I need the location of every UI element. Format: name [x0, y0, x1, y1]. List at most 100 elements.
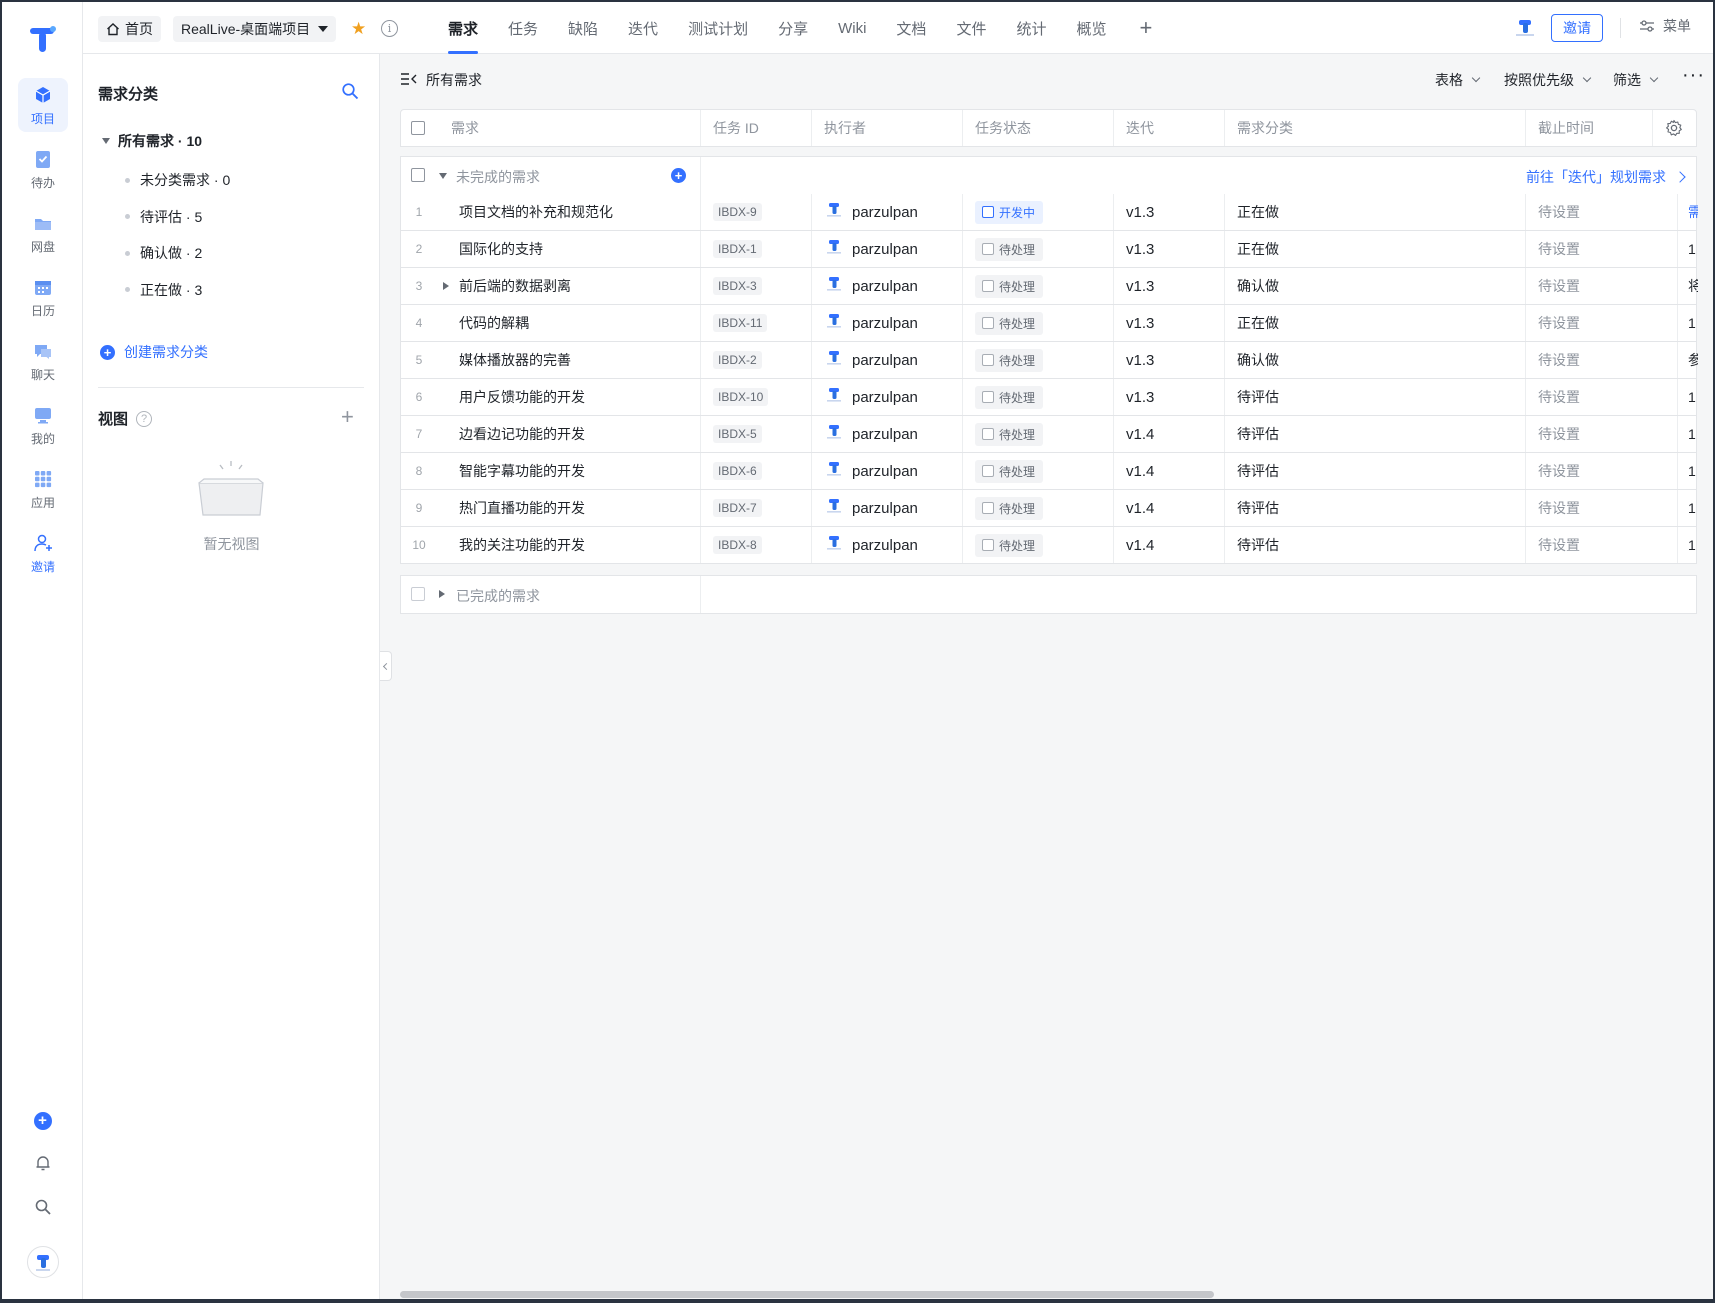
iteration-cell[interactable]: v1.4 [1114, 453, 1225, 489]
due-date-cell[interactable]: 待设置 [1526, 490, 1678, 526]
tab-0[interactable]: 需求 [433, 2, 493, 54]
help-icon[interactable]: ? [136, 410, 153, 427]
due-date-cell[interactable]: 待设置 [1526, 305, 1678, 341]
requirement-title-cell[interactable]: 我的关注功能的开发 [437, 527, 701, 563]
category-cell[interactable]: 确认做 [1225, 268, 1526, 304]
iteration-cell[interactable]: v1.3 [1114, 342, 1225, 378]
category-item[interactable]: 正在做 · 3 [125, 280, 202, 300]
iteration-cell[interactable]: v1.3 [1114, 194, 1225, 230]
sort-dropdown[interactable]: 按照优先级 [1504, 70, 1592, 90]
category-cell[interactable]: 待评估 [1225, 527, 1526, 563]
executor-cell[interactable]: parzulpan [812, 305, 963, 341]
executor-cell[interactable]: parzulpan [812, 453, 963, 489]
requirement-title-cell[interactable]: 边看边记功能的开发 [437, 416, 701, 452]
create-category-link[interactable]: + 创建需求分类 [100, 342, 208, 362]
executor-cell[interactable]: parzulpan [812, 268, 963, 304]
project-selector[interactable]: RealLive-桌面端项目 [173, 16, 337, 42]
iteration-cell[interactable]: v1.3 [1114, 268, 1225, 304]
add-tab-button[interactable]: + [1121, 2, 1170, 54]
app-logo[interactable] [28, 24, 58, 54]
user-avatar[interactable] [26, 1246, 59, 1278]
create-plus-button[interactable]: + [33, 1112, 52, 1130]
status-cell[interactable]: 待处理 [963, 527, 1114, 563]
status-cell[interactable]: 待处理 [963, 453, 1114, 489]
panel-collapse-handle[interactable] [380, 651, 392, 681]
iteration-cell[interactable]: v1.3 [1114, 305, 1225, 341]
status-cell[interactable]: 待处理 [963, 379, 1114, 415]
group-checkbox[interactable] [411, 587, 425, 601]
tab-4[interactable]: 测试计划 [673, 2, 763, 54]
col-executor[interactable]: 执行者 [812, 110, 963, 146]
bell-icon[interactable] [34, 1154, 52, 1172]
due-date-cell[interactable]: 待设置 [1526, 453, 1678, 489]
status-cell[interactable]: 待处理 [963, 231, 1114, 267]
category-cell[interactable]: 正在做 [1225, 305, 1526, 341]
expand-subtasks-icon[interactable] [443, 282, 449, 290]
executor-cell[interactable]: parzulpan [812, 416, 963, 452]
category-cell[interactable]: 待评估 [1225, 453, 1526, 489]
table-row[interactable]: 9 热门直播功能的开发 IBDX-7 parzulpan 待处理 v1.4 待评估 待设置 1 [401, 490, 1696, 527]
tree-root-all[interactable]: 所有需求 · 10 [102, 131, 202, 151]
status-cell[interactable]: 待处理 [963, 416, 1114, 452]
col-category[interactable]: 需求分类 [1225, 110, 1526, 146]
requirement-title-cell[interactable]: 热门直播功能的开发 [437, 490, 701, 526]
search-icon[interactable] [341, 82, 359, 100]
status-cell[interactable]: 待处理 [963, 268, 1114, 304]
select-all-checkbox[interactable] [411, 121, 425, 135]
rail-item-todo[interactable]: 待办 [18, 142, 68, 196]
goto-iteration-link[interactable]: 前往「迭代」规划需求 [1526, 167, 1686, 187]
executor-cell[interactable]: parzulpan [812, 342, 963, 378]
iteration-cell[interactable]: v1.3 [1114, 379, 1225, 415]
iteration-cell[interactable]: v1.4 [1114, 490, 1225, 526]
category-cell[interactable]: 待评估 [1225, 490, 1526, 526]
due-date-cell[interactable]: 待设置 [1526, 194, 1678, 230]
rail-item-me[interactable]: 我的 [18, 398, 68, 452]
table-row[interactable]: 7 边看边记功能的开发 IBDX-5 parzulpan 待处理 v1.4 待评估 待设置 1 [401, 416, 1696, 453]
due-date-cell[interactable]: 待设置 [1526, 268, 1678, 304]
col-iteration[interactable]: 迭代 [1114, 110, 1225, 146]
iteration-cell[interactable]: v1.4 [1114, 527, 1225, 563]
tab-9[interactable]: 统计 [1001, 2, 1061, 54]
rail-item-invite-user[interactable]: 邀请 [18, 526, 68, 580]
due-date-cell[interactable]: 待设置 [1526, 379, 1678, 415]
table-row[interactable]: 2 国际化的支持 IBDX-1 parzulpan 待处理 v1.3 正在做 待设置 1 [401, 231, 1696, 268]
top-avatar[interactable] [1513, 16, 1537, 40]
executor-cell[interactable]: parzulpan [812, 527, 963, 563]
executor-cell[interactable]: parzulpan [812, 379, 963, 415]
executor-cell[interactable]: parzulpan [812, 490, 963, 526]
requirement-title-cell[interactable]: 国际化的支持 [437, 231, 701, 267]
table-row[interactable]: 1 项目文档的补充和规范化 IBDX-9 parzulpan 开发中 v1.3 正在做 待设置… [401, 194, 1698, 231]
category-item[interactable]: 未分类需求 · 0 [125, 170, 230, 190]
status-cell[interactable]: 待处理 [963, 342, 1114, 378]
category-cell[interactable]: 正在做 [1225, 194, 1526, 230]
table-row[interactable]: 8 智能字幕功能的开发 IBDX-6 parzulpan 待处理 v1.4 待评估 待设置 1 [401, 453, 1696, 490]
search-icon[interactable] [34, 1198, 52, 1216]
invite-button[interactable]: 邀请 [1551, 14, 1603, 42]
add-requirement-button[interactable]: + [671, 168, 686, 183]
category-cell[interactable]: 正在做 [1225, 231, 1526, 267]
rail-item-calendar[interactable]: 日历 [18, 270, 68, 324]
caret-down-icon[interactable] [439, 173, 447, 179]
due-date-cell[interactable]: 待设置 [1526, 416, 1678, 452]
requirement-title-cell[interactable]: 用户反馈功能的开发 [437, 379, 701, 415]
group-checkbox[interactable] [411, 168, 425, 182]
horizontal-scrollbar[interactable] [400, 1291, 1214, 1298]
table-row[interactable]: 5 媒体播放器的完善 IBDX-2 parzulpan 待处理 v1.3 确认做 待设置参 [401, 342, 1698, 379]
col-title[interactable]: 需求 [451, 118, 479, 138]
tab-10[interactable]: 概览 [1061, 2, 1121, 54]
tab-3[interactable]: 迭代 [613, 2, 673, 54]
home-breadcrumb[interactable]: 首页 [98, 16, 161, 42]
category-cell[interactable]: 确认做 [1225, 342, 1526, 378]
rail-item-drive[interactable]: 网盘 [18, 206, 68, 260]
executor-cell[interactable]: parzulpan [812, 194, 963, 230]
table-row[interactable]: 10 我的关注功能的开发 IBDX-8 parzulpan 待处理 v1.4 待评估 待设置 1 [401, 527, 1696, 564]
info-icon[interactable]: i [381, 20, 398, 37]
table-row[interactable]: 4 代码的解耦 IBDX-11 parzulpan 待处理 v1.3 正在做 待设置 1 [401, 305, 1696, 342]
view-mode-dropdown[interactable]: 表格 [1435, 70, 1481, 90]
tab-6[interactable]: Wiki [823, 2, 881, 54]
collapse-list-icon[interactable] [400, 71, 418, 87]
more-options-button[interactable]: ··· [1682, 64, 1705, 87]
tab-1[interactable]: 任务 [493, 2, 553, 54]
add-view-button[interactable]: + [341, 404, 354, 430]
rail-item-chat[interactable]: 聊天 [18, 334, 68, 388]
